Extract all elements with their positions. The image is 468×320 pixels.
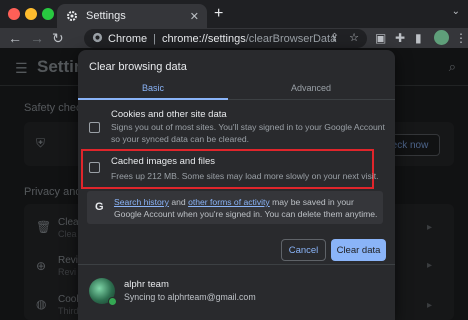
sync-badge-icon bbox=[108, 297, 117, 306]
tab-title: Settings bbox=[86, 10, 126, 22]
window-titlebar: Settings ✕ + ⌄ bbox=[0, 0, 468, 28]
option-description: Frees up 212 MB. Some sites may load mor… bbox=[111, 171, 379, 181]
dialog-divider bbox=[78, 264, 395, 265]
google-account-info: G Search history and other forms of acti… bbox=[87, 191, 383, 224]
menu-kebab-icon[interactable]: ⋮ bbox=[455, 31, 467, 45]
chrome-logo-icon bbox=[92, 32, 103, 46]
active-tab-indicator bbox=[78, 98, 228, 100]
sidebar-icon[interactable]: ▮ bbox=[415, 31, 422, 45]
tab-basic[interactable]: Basic bbox=[78, 76, 228, 100]
site-chip: Chrome bbox=[108, 32, 148, 45]
cached-images-checkbox[interactable] bbox=[89, 162, 100, 173]
info-text-connector: and bbox=[168, 197, 189, 207]
close-window-button[interactable] bbox=[8, 8, 20, 20]
option-description: Signs you out of most sites. You'll stay… bbox=[111, 122, 385, 144]
profile-avatar[interactable] bbox=[434, 30, 449, 45]
extension-icon[interactable]: ▣ bbox=[375, 31, 386, 45]
browser-toolbar: ← → ↻ Chrome | chrome://settings /clearB… bbox=[0, 28, 468, 48]
dialog-title: Clear browsing data bbox=[89, 61, 187, 73]
dialog-tabs: Basic Advanced bbox=[78, 76, 395, 100]
back-icon[interactable]: ← bbox=[8, 29, 22, 47]
tab-search-icon[interactable]: ⌄ bbox=[452, 6, 460, 17]
tab-advanced[interactable]: Advanced bbox=[236, 76, 386, 100]
reload-icon[interactable]: ↻ bbox=[52, 29, 64, 47]
clear-browsing-data-dialog: Clear browsing data Basic Advanced Cooki… bbox=[78, 50, 395, 320]
new-tab-button[interactable]: + bbox=[214, 5, 223, 23]
search-history-link[interactable]: Search history bbox=[114, 197, 169, 207]
other-activity-link[interactable]: other forms of activity bbox=[188, 197, 270, 207]
sync-status: Syncing to alphrteam@gmail.com bbox=[124, 292, 256, 302]
option-title: Cached images and files bbox=[111, 156, 216, 167]
forward-icon[interactable]: → bbox=[30, 29, 44, 47]
close-tab-icon[interactable]: ✕ bbox=[190, 10, 199, 23]
puzzle-extensions-icon[interactable]: ✚ bbox=[395, 31, 405, 45]
info-text: Search history and other forms of activi… bbox=[114, 196, 382, 220]
clear-data-button[interactable]: Clear data bbox=[331, 239, 386, 261]
url-path: /clearBrowserData bbox=[245, 32, 337, 45]
minimize-window-button[interactable] bbox=[25, 8, 37, 20]
url-host: chrome://settings bbox=[161, 32, 246, 45]
bookmark-star-icon[interactable]: ☆ bbox=[349, 31, 359, 44]
account-section: alphr team Syncing to alphrteam@gmail.co… bbox=[78, 269, 395, 320]
maximize-window-button[interactable] bbox=[42, 8, 54, 20]
cancel-button[interactable]: Cancel bbox=[281, 239, 326, 261]
account-name: alphr team bbox=[124, 279, 169, 290]
gear-icon bbox=[65, 9, 79, 23]
cookies-checkbox[interactable] bbox=[89, 122, 100, 133]
tab-settings[interactable]: Settings ✕ bbox=[57, 4, 207, 28]
option-title: Cookies and other site data bbox=[111, 109, 227, 120]
red-highlight-box bbox=[81, 149, 374, 189]
share-icon[interactable]: ⇪ bbox=[330, 31, 339, 44]
google-g-icon: G bbox=[95, 201, 104, 213]
url-separator: | bbox=[153, 32, 156, 45]
address-bar[interactable]: Chrome | chrome://settings /clearBrowser… bbox=[84, 29, 367, 48]
